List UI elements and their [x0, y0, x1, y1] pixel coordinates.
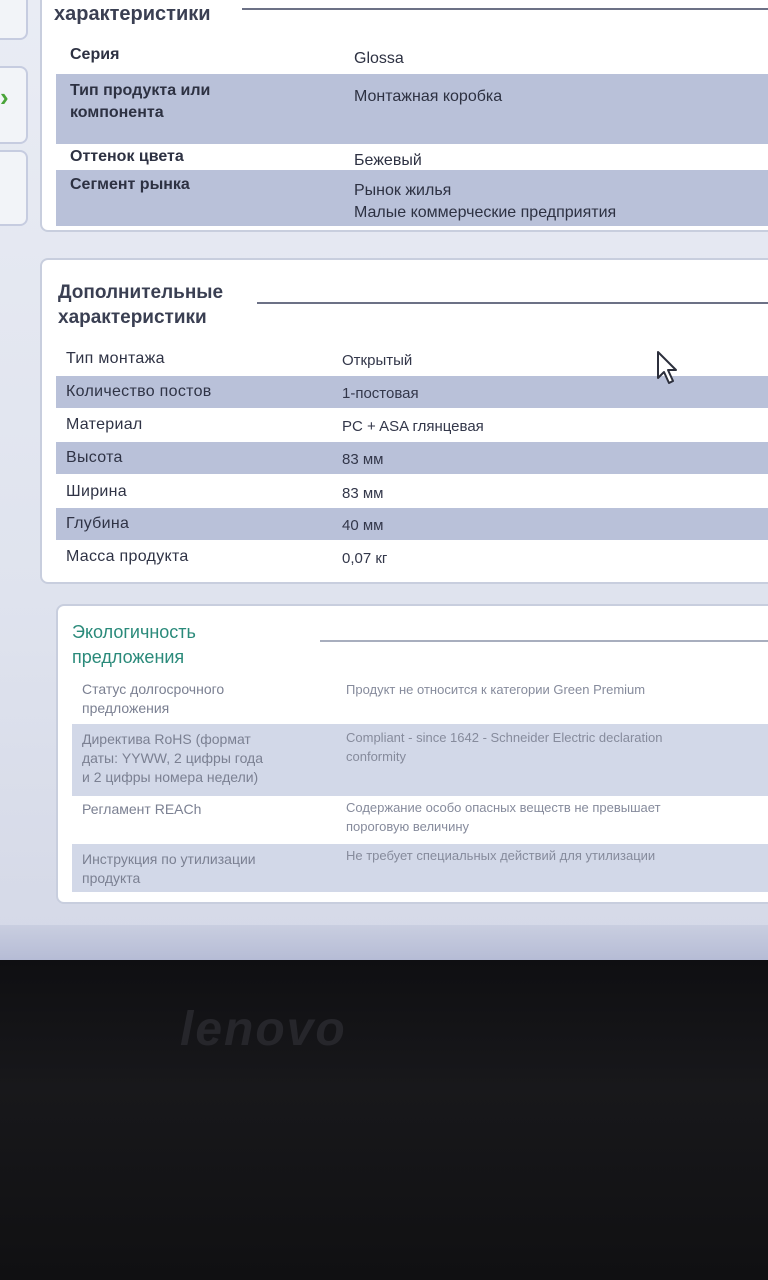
- title-divider: [242, 8, 768, 10]
- side-tab-3[interactable]: [0, 150, 28, 226]
- spec-value: 0,07 кг: [342, 550, 388, 567]
- panel-title: Экологичность предложения: [72, 622, 196, 667]
- spec-value: Compliant - since 1642 - Schneider Elect…: [346, 730, 663, 764]
- spec-label: Тип продукта или компонента: [70, 82, 211, 121]
- spec-value: PC + ASA глянцевая: [342, 418, 484, 435]
- spec-row: Статус долгосрочного предложения Продукт…: [72, 676, 768, 724]
- spec-row: Серия Glossa: [56, 40, 768, 74]
- spec-value: Не требует специальных действий для утил…: [346, 848, 656, 863]
- spec-row: Материал PC + ASA глянцевая: [56, 408, 768, 442]
- spec-row: Глубина 40 мм: [56, 508, 768, 540]
- spec-label: Глубина: [66, 515, 130, 532]
- spec-label: Серия: [70, 46, 120, 63]
- additional-characteristics-panel: Дополнительные характеристики Тип монтаж…: [40, 258, 768, 584]
- title-divider: [257, 302, 768, 304]
- mouse-pointer-icon: [657, 351, 677, 384]
- spec-value: Рынок жилья Малые коммерческие предприят…: [354, 182, 617, 221]
- spec-value: 1-постовая: [342, 385, 419, 402]
- eco-panel: Экологичность предложения Статус долгоср…: [56, 604, 768, 904]
- spec-label: Инструкция по утилизации продукта: [82, 851, 256, 886]
- spec-label: Регламент REACh: [82, 801, 202, 817]
- side-tab-1[interactable]: [0, 0, 28, 40]
- spec-value: 40 мм: [342, 517, 384, 534]
- spec-row: Ширина 83 мм: [56, 474, 768, 508]
- spec-value: 83 мм: [342, 485, 384, 502]
- spec-row: Оттенок цвета Бежевый: [56, 144, 768, 170]
- spec-label: Директива RoHS (формат даты: YYWW, 2 циф…: [82, 731, 264, 785]
- spec-label: Тип монтажа: [66, 350, 165, 367]
- spec-label: Статус долгосрочного предложения: [82, 681, 225, 716]
- spec-label: Ширина: [66, 483, 127, 500]
- spec-value: Glossa: [354, 50, 404, 67]
- spec-row: Директива RoHS (формат даты: YYWW, 2 циф…: [72, 724, 768, 796]
- spec-label: Сегмент рынка: [70, 176, 190, 193]
- spec-label: Материал: [66, 416, 143, 433]
- spec-row: Регламент REACh Содержание особо опасных…: [72, 796, 768, 844]
- spec-row: Сегмент рынка Рынок жилья Малые коммерче…: [56, 170, 768, 226]
- spec-label: Масса продукта: [66, 548, 189, 565]
- spec-value: Открытый: [342, 352, 413, 369]
- screen: › характеристики Серия Glossa Тип продук…: [0, 0, 768, 1000]
- spec-label: Высота: [66, 449, 123, 466]
- spec-value: 83 мм: [342, 451, 384, 468]
- spec-value: Монтажная коробка: [354, 88, 503, 105]
- panel-title: Дополнительные характеристики: [58, 282, 224, 328]
- spec-row: Масса продукта 0,07 кг: [56, 540, 768, 574]
- laptop-bezel: [0, 960, 768, 1280]
- title-divider: [320, 640, 768, 642]
- spec-row: Инструкция по утилизации продукта Не тре…: [72, 844, 768, 892]
- spec-label: Количество постов: [66, 383, 212, 400]
- spec-value: Бежевый: [354, 152, 422, 169]
- spec-row: Тип продукта или компонента Монтажная ко…: [56, 74, 768, 144]
- chevron-right-icon[interactable]: ›: [0, 82, 9, 113]
- characteristics-panel: характеристики Серия Glossa Тип продукта…: [40, 0, 768, 232]
- panel-title: характеристики: [54, 3, 211, 25]
- spec-value: Содержание особо опасных веществ не прев…: [346, 800, 661, 834]
- brand-logo: lenovo: [180, 1003, 347, 1056]
- spec-label: Оттенок цвета: [70, 148, 184, 165]
- spec-value: Продукт не относится к категории Green P…: [346, 682, 646, 697]
- spec-row: Высота 83 мм: [56, 442, 768, 474]
